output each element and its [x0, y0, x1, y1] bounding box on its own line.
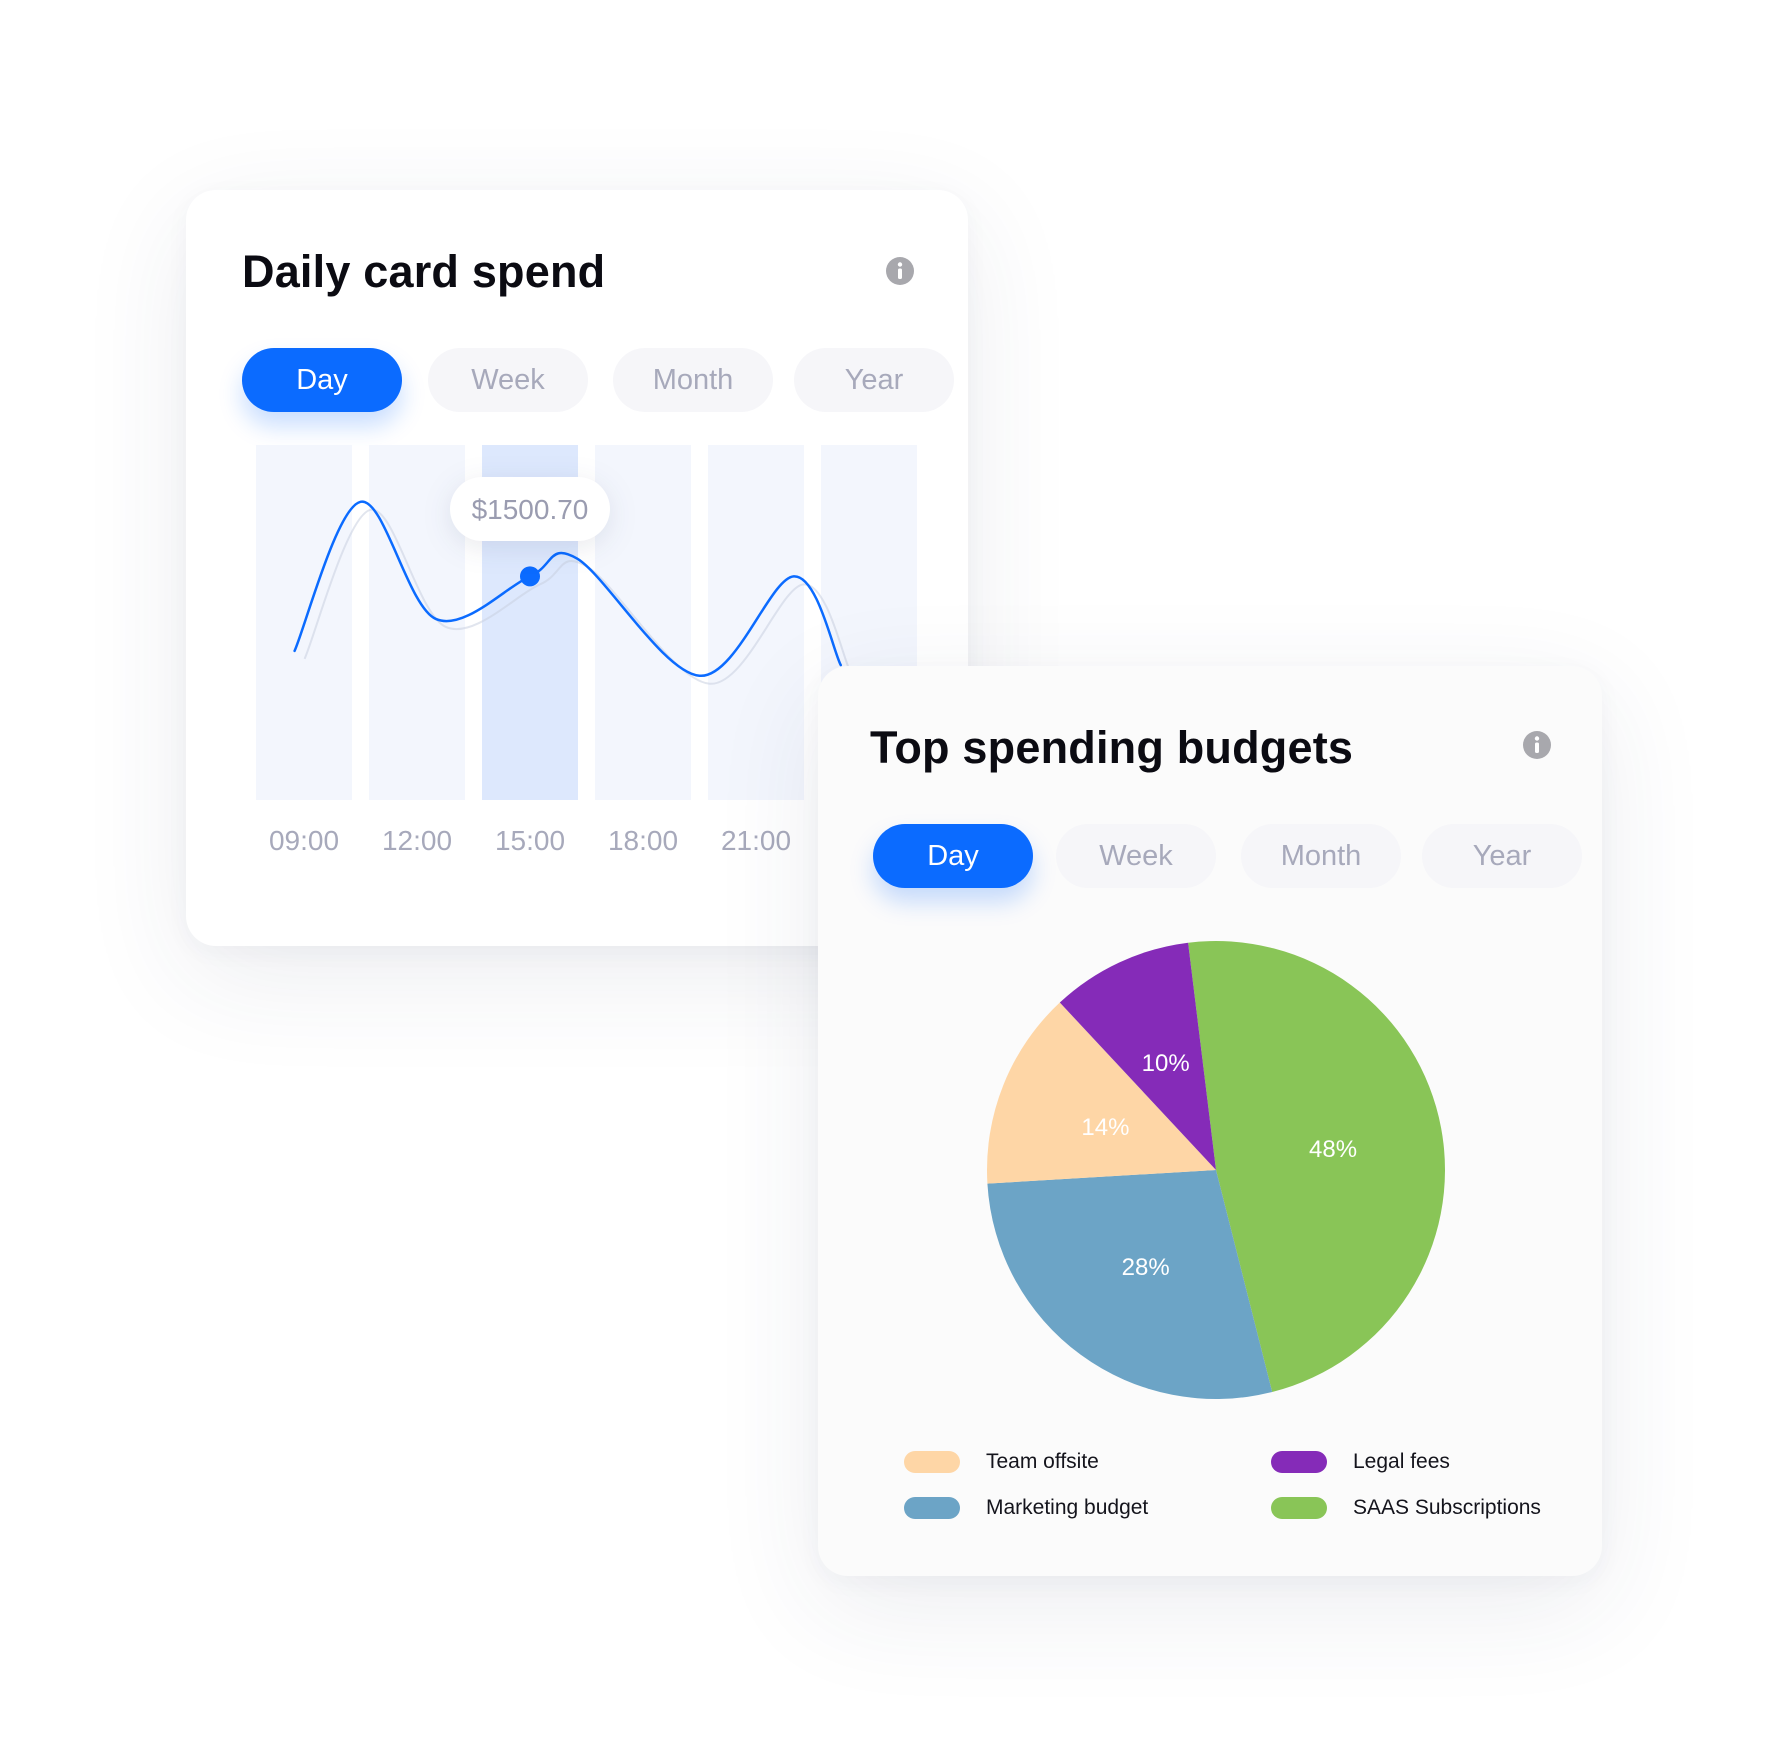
- budgets-pie-chart: 48% 28% 14% 10%: [987, 941, 1445, 1399]
- pie-slice-label: 14%: [1081, 1114, 1129, 1141]
- top-spending-budgets-card: Top spending budgets Day Week Month Year…: [818, 666, 1602, 1576]
- pie-slice-label: 10%: [1142, 1050, 1190, 1077]
- x-tick-label: 21:00: [721, 825, 791, 856]
- tooltip-value: $1500.70: [472, 494, 589, 525]
- x-tick-label: 09:00: [269, 825, 339, 856]
- value-tooltip: $1500.70: [450, 477, 610, 541]
- x-tick-label: 12:00: [382, 825, 452, 856]
- pie-slice-label: 28%: [1122, 1254, 1170, 1281]
- time-bar[interactable]: [369, 445, 465, 800]
- time-bar[interactable]: [595, 445, 691, 800]
- highlight-point[interactable]: [520, 566, 540, 587]
- x-tick-label: 15:00: [495, 825, 565, 856]
- x-tick-label: 18:00: [608, 825, 678, 856]
- pie-slice-label: 48%: [1309, 1136, 1357, 1163]
